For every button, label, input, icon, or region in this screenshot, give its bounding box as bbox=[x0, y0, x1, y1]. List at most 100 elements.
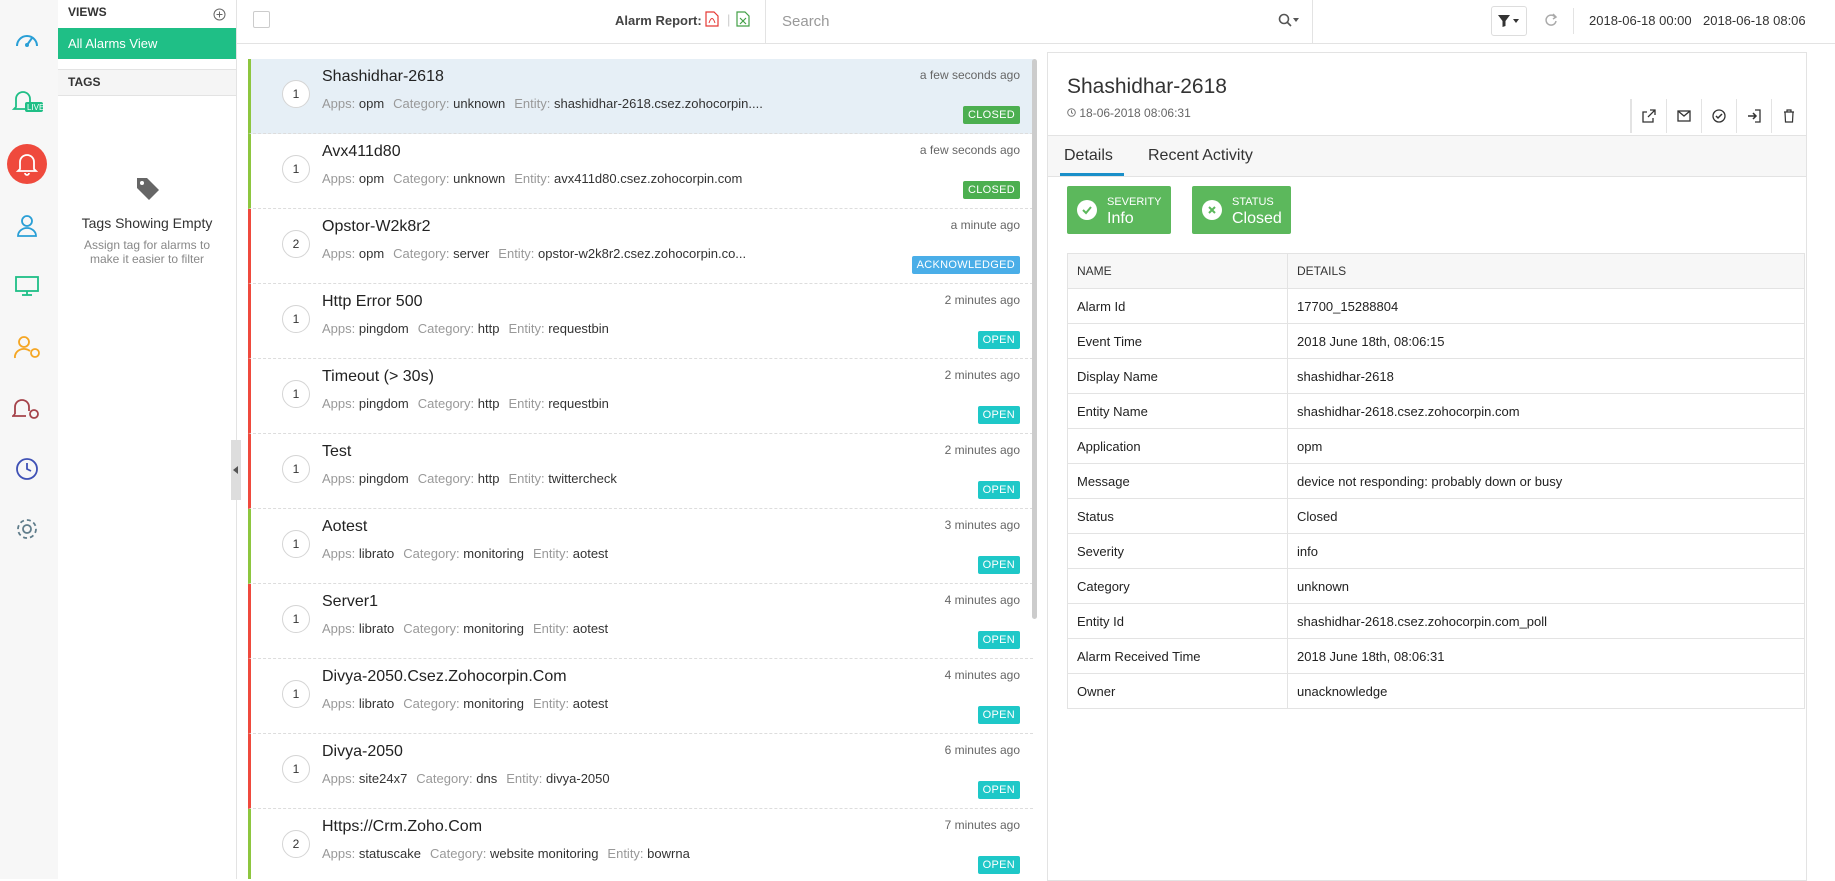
severity-value: Info bbox=[1107, 210, 1134, 227]
tab-details[interactable]: Details bbox=[1064, 147, 1113, 165]
toolbar-divider bbox=[1573, 8, 1574, 34]
occurrence-count: 2 bbox=[282, 230, 310, 258]
category-label: Category: bbox=[417, 471, 475, 486]
entity-label: Entity: bbox=[533, 621, 570, 636]
apps-label: Apps: bbox=[322, 771, 356, 786]
date-to[interactable]: 2018-06-18 08:06 bbox=[1703, 13, 1806, 28]
status-badge: OPEN bbox=[977, 406, 1020, 424]
alarm-time: 6 minutes ago bbox=[944, 743, 1020, 757]
alarm-row[interactable]: 1 Shashidhar-2618 Apps: opm Category: unkno… bbox=[248, 59, 1033, 134]
acknowledge-icon[interactable] bbox=[1701, 99, 1736, 133]
alarm-meta: Apps: opm Category: unknown Entity: shashi… bbox=[322, 96, 772, 111]
alarm-row[interactable]: 1 Test Apps: pingdom Category: http Entity: … bbox=[248, 434, 1033, 509]
table-row: Category unknown bbox=[1067, 568, 1805, 604]
alarm-meta: Apps: pingdom Category: http Entity: reque… bbox=[322, 321, 618, 336]
entity-label: Entity: bbox=[498, 246, 535, 261]
add-view-icon[interactable] bbox=[213, 5, 226, 29]
open-external-icon[interactable] bbox=[1631, 99, 1666, 133]
alarm-meta: Apps: librato Category: monitoring Entity:… bbox=[322, 696, 617, 711]
status-badge: OPEN bbox=[977, 631, 1020, 649]
dashboard-icon[interactable] bbox=[9, 24, 45, 60]
assign-icon[interactable] bbox=[1736, 99, 1771, 133]
alarm-name: Timeout (> 30s) bbox=[322, 368, 434, 385]
occurrence-count: 1 bbox=[282, 305, 310, 333]
filter-button[interactable] bbox=[1491, 6, 1527, 36]
detail-key: Alarm Received Time bbox=[1067, 638, 1288, 674]
alarm-row[interactable]: 2 Https://Crm.Zoho.Com Apps: statuscake Cat… bbox=[248, 809, 1033, 879]
detail-key: Event Time bbox=[1067, 323, 1288, 359]
alarm-icon[interactable] bbox=[7, 144, 47, 184]
alarm-row[interactable]: 1 Divya-2050 Apps: site24x7 Category: dns En… bbox=[248, 734, 1033, 809]
entity-label: Entity: bbox=[508, 396, 545, 411]
entity-label: Entity: bbox=[514, 171, 551, 186]
report-separator: | bbox=[727, 12, 731, 27]
alarm-apps: pingdom bbox=[358, 471, 409, 486]
excel-export-icon[interactable] bbox=[736, 11, 750, 32]
gear-icon[interactable] bbox=[9, 511, 45, 547]
status-badge: OPEN bbox=[977, 781, 1020, 799]
detail-value: Closed bbox=[1287, 498, 1805, 534]
alarm-row[interactable]: 1 Timeout (> 30s) Apps: pingdom Category: h… bbox=[248, 359, 1033, 434]
alarm-time: 7 minutes ago bbox=[944, 818, 1020, 832]
severity-card: SEVERITY Info bbox=[1067, 186, 1171, 234]
status-badge: OPEN bbox=[977, 856, 1020, 874]
alarm-time: 2 minutes ago bbox=[944, 368, 1020, 382]
tab-recent-activity[interactable]: Recent Activity bbox=[1148, 147, 1253, 165]
entity-label: Entity: bbox=[506, 771, 543, 786]
alarm-category: website monitoring bbox=[490, 846, 599, 861]
table-row: Entity Id shashidhar-2618.csez.zohocorpin… bbox=[1067, 603, 1805, 639]
delete-icon[interactable] bbox=[1771, 99, 1806, 133]
entity-label: Entity: bbox=[533, 696, 570, 711]
list-scrollbar[interactable] bbox=[1032, 59, 1037, 619]
alarm-entity: opstor-w2k8r2.csez.zohocorpin.co... bbox=[538, 246, 747, 261]
alarm-row[interactable]: 1 Aotest Apps: librato Category: monitoring… bbox=[248, 509, 1033, 584]
alarm-name: Test bbox=[322, 443, 352, 460]
alarm-entity: aotest bbox=[572, 546, 609, 561]
alarm-category: http bbox=[477, 396, 500, 411]
column-details: DETAILS bbox=[1287, 253, 1805, 289]
pdf-export-icon[interactable] bbox=[705, 11, 719, 32]
details-table: NAME DETAILS Alarm Id 17700_15288804 Event… bbox=[1067, 253, 1805, 709]
alarm-category: monitoring bbox=[463, 546, 524, 561]
clock-icon[interactable] bbox=[9, 451, 45, 487]
alarm-entity: shashidhar-2618.csez.zohocorpin.... bbox=[553, 96, 763, 111]
category-label: Category: bbox=[430, 846, 487, 861]
user-icon[interactable] bbox=[9, 207, 45, 243]
alarm-name: Server1 bbox=[322, 593, 379, 610]
alarm-name: Https://Crm.Zoho.Com bbox=[322, 818, 483, 835]
views-title: VIEWS bbox=[68, 5, 107, 19]
alarm-row[interactable]: 1 Http Error 500 Apps: pingdom Category: ht… bbox=[248, 284, 1033, 359]
status-badge: OPEN bbox=[977, 556, 1020, 574]
table-row: Severity info bbox=[1067, 533, 1805, 569]
search-input[interactable] bbox=[780, 12, 1264, 31]
occurrence-count: 1 bbox=[282, 755, 310, 783]
alarm-entity: twittercheck bbox=[548, 471, 617, 486]
detail-value: shashidhar-2618 bbox=[1287, 358, 1805, 394]
alarm-row[interactable]: 1 Avx411d80 Apps: opm Category: unknown Enti… bbox=[248, 134, 1033, 209]
category-label: Category: bbox=[417, 321, 475, 336]
apps-label: Apps: bbox=[322, 171, 356, 186]
clock-small-icon bbox=[1067, 106, 1079, 120]
view-all-alarms[interactable]: All Alarms View bbox=[58, 28, 236, 59]
table-row: Message device not responding: probably d… bbox=[1067, 463, 1805, 499]
status-badge: ACKNOWLEDGED bbox=[911, 256, 1020, 274]
collapse-panel-handle[interactable] bbox=[231, 440, 241, 500]
detail-key: Entity Id bbox=[1067, 603, 1288, 639]
alarm-row[interactable]: 1 Divya-2050.Csez.Zohocorpin.Com Apps: lib… bbox=[248, 659, 1033, 734]
alarm-row[interactable]: 2 Opstor-W2k8r2 Apps: opm Category: server E… bbox=[248, 209, 1033, 284]
date-from[interactable]: 2018-06-18 00:00 bbox=[1589, 13, 1692, 28]
email-icon[interactable] bbox=[1666, 99, 1701, 133]
apps-label: Apps: bbox=[322, 96, 356, 111]
live-icon[interactable]: LIVE bbox=[9, 83, 45, 119]
alarm-settings-icon[interactable] bbox=[9, 391, 45, 427]
detail-key: Severity bbox=[1067, 533, 1288, 569]
select-all-checkbox[interactable] bbox=[253, 11, 270, 28]
alarm-apps: opm bbox=[358, 96, 385, 111]
monitor-icon[interactable] bbox=[9, 268, 45, 304]
apps-label: Apps: bbox=[322, 246, 356, 261]
refresh-icon[interactable] bbox=[1544, 13, 1558, 32]
alarm-row[interactable]: 1 Server1 Apps: librato Category: monitorin… bbox=[248, 584, 1033, 659]
search-icon[interactable] bbox=[1278, 13, 1300, 32]
tags-empty-title: Tags Showing Empty bbox=[81, 215, 213, 231]
user-settings-icon[interactable] bbox=[9, 329, 45, 365]
